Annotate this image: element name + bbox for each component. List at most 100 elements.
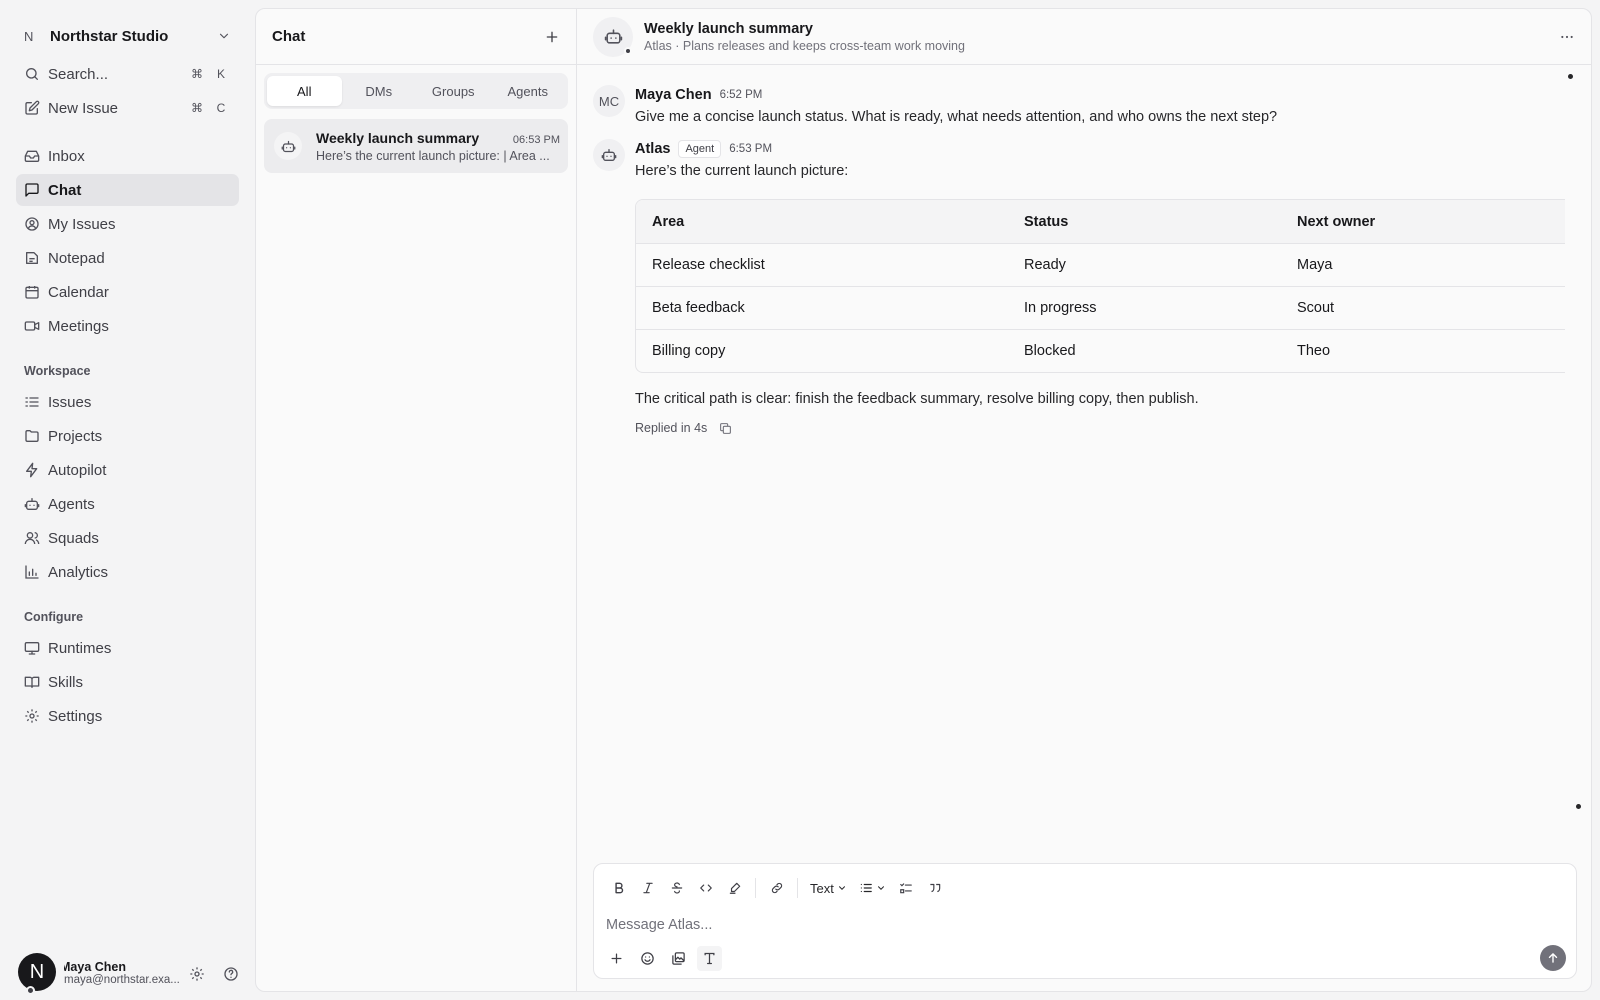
message-input[interactable] (606, 917, 1564, 933)
scroll-indicator-dot (1576, 804, 1581, 809)
link-button[interactable] (764, 876, 789, 901)
conversation-time: 06:53 PM (512, 133, 560, 146)
nav-item-settings[interactable]: Settings (16, 700, 239, 732)
user-profile: N Maya Chen maya@northstar.exa... (0, 948, 255, 1000)
table-row: Billing copy Blocked Theo (636, 329, 1565, 372)
workspace-nav: Issues Projects Autopilot Agents Squads (16, 386, 239, 588)
code-button[interactable] (693, 876, 718, 901)
list-dropdown[interactable] (855, 881, 890, 895)
nav-item-inbox[interactable]: Inbox (16, 140, 239, 172)
bar-chart-icon (24, 564, 40, 580)
nav-item-my-issues[interactable]: My Issues (16, 208, 239, 240)
avatar[interactable]: N (18, 953, 56, 995)
arrow-up-icon (1548, 953, 1558, 963)
tab-groups[interactable]: Groups (416, 76, 491, 106)
send-button[interactable] (1540, 945, 1566, 971)
lightning-icon (24, 462, 40, 478)
table-cell: Blocked (1024, 343, 1076, 359)
folder-icon (24, 428, 40, 444)
gear-icon[interactable] (189, 966, 205, 982)
bot-icon (601, 147, 617, 163)
emoji-icon (641, 951, 654, 965)
video-icon (24, 318, 40, 334)
emoji-button[interactable] (635, 946, 660, 971)
message-time: 6:53 PM (729, 143, 773, 155)
calendar-icon (24, 284, 40, 300)
text-style-dropdown[interactable]: Text (806, 881, 851, 896)
workspace-switcher[interactable]: N Northstar Studio (16, 18, 239, 54)
chevron-down-icon (838, 886, 845, 890)
nav-item-agents[interactable]: Agents (16, 488, 239, 520)
user-meta: Maya Chen maya@northstar.exa... (64, 960, 189, 986)
nav-item-analytics[interactable]: Analytics (16, 556, 239, 588)
nav-item-calendar[interactable]: Calendar (16, 276, 239, 308)
new-issue-label: New Issue (48, 99, 119, 117)
nav-item-meetings[interactable]: Meetings (16, 310, 239, 342)
conversation-header: Weekly launch summary Atlas · Plans rele… (577, 9, 1591, 65)
tab-agents[interactable]: Agents (491, 76, 566, 106)
composer-actions (594, 938, 1576, 978)
avatar[interactable]: MC (593, 85, 625, 117)
conversation-subtitle: Atlas · Plans releases and keeps cross-t… (644, 38, 965, 53)
bot-icon (274, 132, 302, 160)
quote-icon (930, 883, 941, 893)
italic-button[interactable] (635, 876, 660, 901)
search-button[interactable]: Search... ⌘ K (16, 58, 239, 90)
tab-dms[interactable]: DMs (342, 76, 417, 106)
gear-icon (24, 708, 40, 724)
conversation-title-header: Weekly launch summary (644, 20, 813, 37)
reply-duration: Replied in 4s (635, 421, 708, 435)
image-button[interactable] (666, 946, 691, 971)
quote-button[interactable] (923, 876, 948, 901)
nav-item-squads[interactable]: Squads (16, 522, 239, 554)
nav-item-issues[interactable]: Issues (16, 386, 239, 418)
workspace-name: Northstar Studio (50, 27, 169, 45)
nav-item-runtimes[interactable]: Runtimes (16, 632, 239, 664)
agent-status-dot (624, 46, 632, 55)
new-issue-shortcut: ⌘ C (191, 101, 226, 115)
conversation-list-item[interactable]: Weekly launch summary 06:53 PM Here’s th… (264, 119, 568, 173)
new-chat-button[interactable] (544, 29, 560, 45)
copy-icon[interactable] (719, 422, 732, 435)
plus-icon (611, 953, 622, 963)
strikethrough-button[interactable] (664, 876, 689, 901)
toolbar-divider (755, 878, 756, 898)
new-issue-button[interactable]: New Issue ⌘ C (16, 92, 239, 124)
sidebar: N Northstar Studio Search... ⌘ K New Issu… (0, 0, 255, 1000)
nav-item-autopilot[interactable]: Autopilot (16, 454, 239, 486)
attach-button[interactable] (604, 946, 629, 971)
agent-message-avatar[interactable] (593, 139, 625, 171)
nav-item-skills[interactable]: Skills (16, 666, 239, 698)
user-message: MC Maya Chen 6:52 PM Give me a concise l… (593, 85, 1591, 127)
more-options-button[interactable] (1559, 29, 1575, 45)
nav-item-chat[interactable]: Chat (16, 174, 239, 206)
list-icon (860, 883, 872, 893)
bold-button[interactable] (606, 876, 631, 901)
table-cell: Maya (1297, 257, 1333, 273)
bold-icon (614, 882, 623, 894)
nav-item-projects[interactable]: Projects (16, 420, 239, 452)
table-cell: Theo (1297, 343, 1331, 359)
configure-nav: Runtimes Skills Settings (16, 632, 239, 732)
tab-all[interactable]: All (267, 76, 342, 106)
toolbar-divider (797, 878, 798, 898)
agent-message: Atlas Agent 6:53 PM Here’s the current l… (593, 139, 1591, 435)
chat-list-title: Chat (272, 28, 306, 45)
more-horizontal-icon (1561, 35, 1573, 38)
checklist-button[interactable] (894, 876, 919, 901)
configure-section-label: Configure (24, 610, 84, 624)
table-cell: Scout (1297, 300, 1335, 316)
nav-item-notepad[interactable]: Notepad (16, 242, 239, 274)
text-format-toggle[interactable] (697, 945, 722, 971)
help-icon[interactable] (223, 966, 239, 982)
table-header-cell: Area (652, 213, 685, 230)
code-icon (699, 884, 712, 892)
user-status-dot (26, 986, 35, 995)
users-icon (24, 530, 40, 546)
edit-icon (24, 100, 40, 116)
agent-avatar[interactable] (593, 16, 633, 57)
highlight-button[interactable] (722, 876, 747, 901)
conversation-title: Weekly launch summary (316, 129, 480, 146)
agent-badge: Agent (678, 140, 722, 158)
user-name: Maya Chen (64, 960, 126, 974)
